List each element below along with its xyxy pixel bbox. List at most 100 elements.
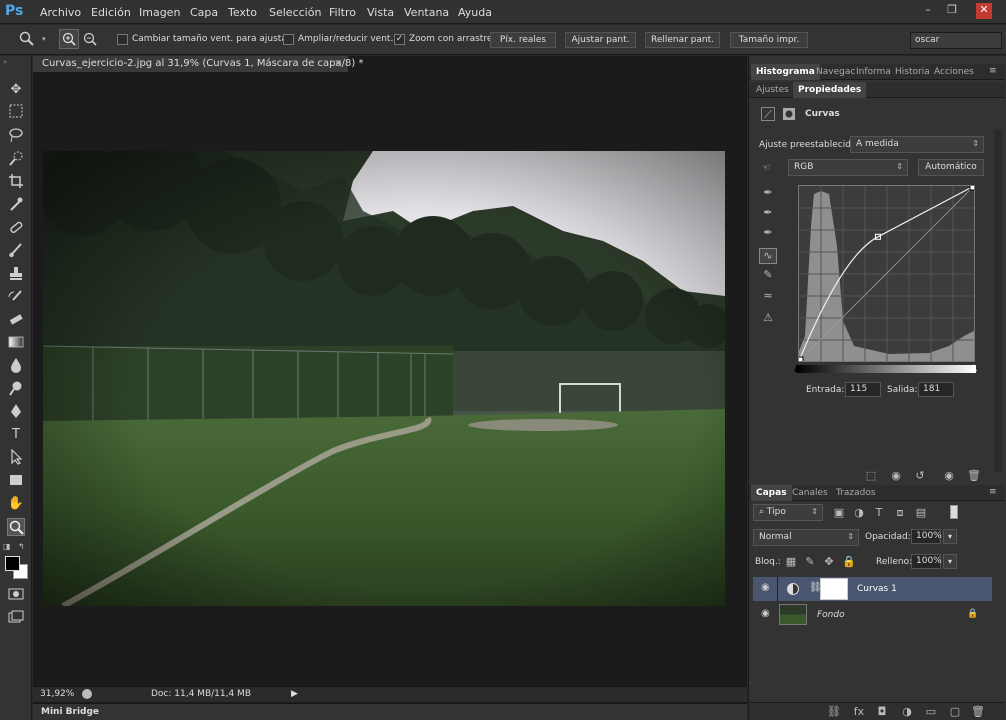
filter-shape-icon[interactable]: ⧈	[893, 506, 907, 520]
opacity-field[interactable]: 100%	[911, 529, 942, 544]
layer-name[interactable]: Fondo	[817, 610, 845, 620]
lock-image-icon[interactable]: ✎	[803, 555, 817, 569]
print-size-button[interactable]: Tamaño impr.	[730, 32, 808, 48]
share-icon[interactable]	[82, 689, 92, 699]
status-menu-arrow-icon[interactable]: ▶	[291, 689, 298, 699]
menu-vista[interactable]: Vista	[367, 6, 394, 19]
rectangle-tool-icon[interactable]	[7, 472, 25, 490]
layer-row-curvas[interactable]: ◉ ⛓ Curvas 1	[753, 577, 992, 601]
zoom-out-icon[interactable]	[81, 30, 99, 48]
fill-screen-button[interactable]: Rellenar pant.	[645, 32, 720, 48]
gradient-tool-icon[interactable]	[7, 334, 25, 352]
clip-to-layer-icon[interactable]: ⬚	[864, 469, 878, 483]
link-layers-icon[interactable]: ⛓	[827, 705, 841, 719]
document-close-icon[interactable]: ×	[334, 58, 342, 69]
screen-mode-icon[interactable]	[7, 609, 25, 627]
layer-name[interactable]: Curvas 1	[857, 584, 897, 594]
white-point-eyedropper-icon[interactable]: ✒	[761, 226, 775, 240]
eyedropper-tool-icon[interactable]	[7, 196, 25, 214]
menu-edicion[interactable]: Edición	[91, 6, 131, 19]
toggle-visibility-icon[interactable]: ◉	[942, 469, 956, 483]
curves-adjustment-icon[interactable]: ⟋	[761, 107, 775, 121]
menu-archivo[interactable]: Archivo	[40, 6, 81, 19]
path-selection-tool-icon[interactable]	[7, 448, 25, 467]
layer-thumbnail[interactable]	[779, 604, 807, 625]
smooth-curve-icon[interactable]: ≈	[761, 289, 775, 303]
curves-graph[interactable]	[797, 184, 976, 363]
zoom-tool-icon[interactable]	[7, 518, 25, 536]
type-tool-icon[interactable]: T	[7, 426, 25, 444]
tab-ajustes[interactable]: Ajustes	[751, 82, 794, 98]
layer-filter-dropdown[interactable]: ⌕ Tipo ⇕	[753, 504, 823, 521]
add-mask-icon[interactable]: ◘	[875, 705, 889, 719]
channel-dropdown[interactable]: RGB ⇕	[788, 159, 908, 176]
curve-white-point[interactable]	[969, 184, 976, 191]
history-brush-tool-icon[interactable]	[7, 288, 25, 306]
quick-selection-tool-icon[interactable]	[7, 150, 25, 168]
mini-bridge-bar[interactable]: Mini Bridge	[33, 703, 747, 720]
pencil-draw-icon[interactable]: ✎	[761, 268, 775, 282]
mini-bridge-tab[interactable]: Mini Bridge	[41, 707, 99, 717]
delete-layer-icon[interactable]: 🗑	[971, 705, 985, 719]
collapse-arrows-icon[interactable]: »	[3, 58, 7, 66]
lock-transparent-icon[interactable]: ▦	[784, 555, 798, 569]
quick-mask-icon[interactable]	[7, 586, 25, 604]
filter-type-icon[interactable]: T	[872, 506, 886, 520]
eraser-tool-icon[interactable]	[7, 311, 25, 329]
tab-capas[interactable]: Capas	[751, 485, 792, 501]
brush-tool-icon[interactable]	[7, 242, 25, 260]
minimize-icon[interactable]: –	[920, 3, 936, 19]
tab-histograma[interactable]: Histograma	[751, 64, 820, 80]
filter-toggle-switch[interactable]	[950, 505, 958, 519]
layer-mask-icon[interactable]	[782, 107, 796, 121]
layer-row-fondo[interactable]: ◉ Fondo 🔒	[753, 603, 992, 627]
layers-panel-menu-icon[interactable]: ≡	[989, 487, 997, 497]
layer-style-icon[interactable]: fx	[852, 705, 866, 719]
tab-acciones[interactable]: Acciones	[929, 64, 979, 80]
marquee-tool-icon[interactable]	[7, 104, 25, 122]
zoom-in-icon[interactable]	[59, 29, 79, 49]
image-canvas[interactable]	[43, 151, 725, 606]
lock-position-icon[interactable]: ✥	[822, 555, 836, 569]
menu-imagen[interactable]: Imagen	[139, 6, 180, 19]
move-tool-icon[interactable]: ✥	[7, 81, 25, 99]
menu-texto[interactable]: Texto	[228, 6, 257, 19]
menu-capa[interactable]: Capa	[190, 6, 218, 19]
black-input-slider-icon[interactable]: ▲	[794, 363, 801, 373]
crop-tool-icon[interactable]	[7, 173, 25, 191]
scrubby-zoom-checkbox[interactable]: ✓	[394, 34, 405, 45]
fill-dropdown-icon[interactable]: ▾	[943, 554, 957, 569]
layer-mask-thumbnail[interactable]	[820, 578, 848, 600]
default-colors-icon[interactable]: ◨	[3, 542, 11, 551]
new-adjustment-icon[interactable]: ◑	[900, 705, 914, 719]
zoom-tool-preset-icon[interactable]	[18, 30, 36, 48]
tab-trazados[interactable]: Trazados	[831, 485, 881, 501]
on-image-adjust-hand-icon[interactable]: ☜	[759, 161, 773, 175]
filter-adjustment-icon[interactable]: ◑	[852, 506, 866, 520]
preset-dropdown-icon[interactable]: ▾	[42, 35, 46, 43]
hand-tool-icon[interactable]: ✋	[7, 495, 25, 513]
eye-icon[interactable]: ◉	[761, 582, 770, 593]
resize-windows-checkbox[interactable]	[117, 34, 128, 45]
filter-smart-object-icon[interactable]: ▤	[914, 506, 928, 520]
delete-adjustment-icon[interactable]: 🗑	[967, 469, 981, 483]
opacity-dropdown-icon[interactable]: ▾	[943, 529, 957, 544]
reset-adjustments-icon[interactable]: ↺	[913, 469, 927, 483]
eye-icon[interactable]: ◉	[761, 608, 770, 619]
clipping-warning-icon[interactable]: ⚠	[759, 311, 777, 325]
lock-all-icon[interactable]: 🔒	[842, 555, 856, 569]
gray-point-eyedropper-icon[interactable]: ✒	[761, 206, 775, 220]
preset-dropdown[interactable]: A medida ⇕	[850, 136, 984, 153]
curve-black-point[interactable]	[797, 356, 804, 363]
restore-icon[interactable]: ❐	[944, 3, 960, 19]
tab-historia[interactable]: Historia	[890, 64, 935, 80]
curve-points-tool-icon[interactable]: ∿	[759, 248, 777, 264]
black-point-eyedropper-icon[interactable]: ✒	[761, 186, 775, 200]
actual-pixels-button[interactable]: Píx. reales	[490, 32, 556, 48]
menu-seleccion[interactable]: Selección	[269, 6, 321, 19]
healing-brush-tool-icon[interactable]	[7, 219, 25, 237]
view-previous-state-icon[interactable]: ◉	[889, 469, 903, 483]
fit-screen-button[interactable]: Ajustar pant.	[565, 32, 636, 48]
workspace-search-input[interactable]: oscar	[910, 32, 1002, 49]
blur-tool-icon[interactable]	[7, 357, 25, 375]
